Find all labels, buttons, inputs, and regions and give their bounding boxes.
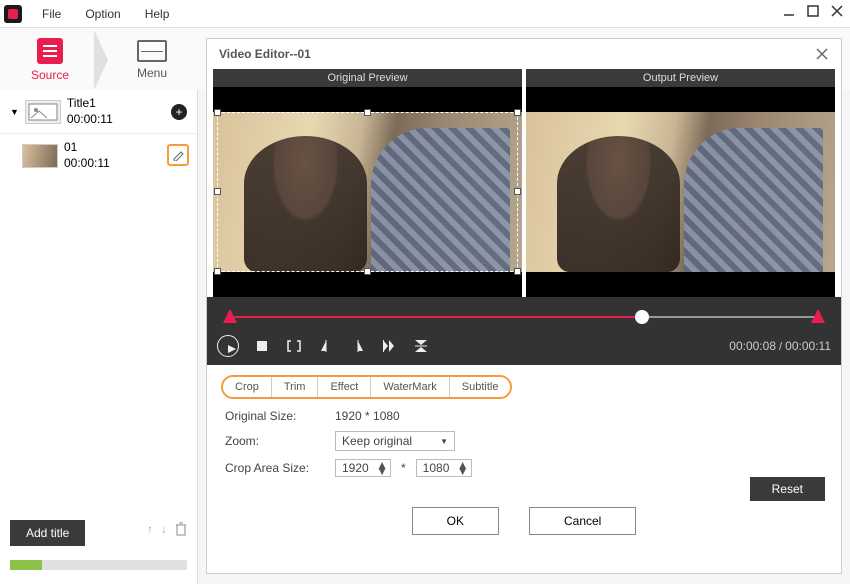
tab-separator: [94, 30, 108, 90]
sidebar-footer: Add title ↑ ↓: [10, 520, 187, 570]
tab-subtitle[interactable]: Subtitle: [450, 377, 511, 397]
crop-overlay[interactable]: [217, 112, 518, 272]
cancel-button[interactable]: Cancel: [529, 507, 636, 535]
dialog-buttons: OK Cancel: [207, 495, 841, 543]
output-preview-image: [526, 87, 835, 297]
tab-effect[interactable]: Effect: [318, 377, 371, 397]
stop-button[interactable]: [253, 337, 271, 355]
app-icon: [4, 5, 22, 23]
play-button[interactable]: [217, 335, 239, 357]
clip-row[interactable]: 01 00:00:11: [0, 134, 197, 177]
zoom-value: Keep original: [342, 434, 412, 448]
out-marker-icon[interactable]: [811, 309, 825, 323]
in-marker-icon[interactable]: [223, 309, 237, 323]
tab-menu[interactable]: Menu: [112, 30, 192, 90]
editor-title: Video Editor--01: [219, 47, 311, 61]
reset-button[interactable]: Reset: [750, 477, 825, 501]
collapse-icon[interactable]: ▼: [10, 107, 19, 117]
clip-thumbnail: [22, 144, 58, 168]
crop-height-value: 1080: [423, 461, 450, 475]
asterisk: *: [401, 461, 406, 475]
clip-duration: 00:00:11: [64, 156, 110, 172]
total-time: 00:00:11: [785, 339, 831, 353]
ok-button[interactable]: OK: [412, 507, 499, 535]
player-controls: 00:00:08 / 00:00:11: [217, 335, 831, 357]
original-size-value: 1920 * 1080: [335, 409, 400, 423]
title-duration: 00:00:11: [67, 112, 113, 128]
crop-width-value: 1920: [342, 461, 369, 475]
original-preview-image[interactable]: [213, 87, 522, 297]
delete-icon[interactable]: [175, 522, 187, 539]
maximize-icon[interactable]: [806, 4, 820, 18]
zoom-label: Zoom:: [225, 434, 325, 448]
chevron-down-icon: ▼: [440, 437, 448, 446]
source-icon: [37, 38, 63, 64]
tab-trim[interactable]: Trim: [272, 377, 319, 397]
sidebar: ▼ Title1 00:00:11 + 01 00:00:11 Add titl…: [0, 90, 198, 584]
window-controls: [782, 4, 844, 18]
zoom-dropdown[interactable]: Keep original ▼: [335, 431, 455, 451]
video-editor-panel: Video Editor--01 Original Preview: [206, 38, 842, 574]
time-display: 00:00:08 / 00:00:11: [729, 339, 831, 353]
close-icon[interactable]: [830, 4, 844, 18]
output-preview-label: Output Preview: [526, 69, 835, 87]
title-thumbnail: [25, 100, 61, 124]
title-name: Title1: [67, 96, 113, 112]
original-preview: Original Preview: [213, 69, 522, 297]
progress-bar: [10, 560, 187, 570]
flip-left-icon[interactable]: [317, 337, 335, 355]
move-down-icon[interactable]: ↓: [161, 522, 167, 539]
crop-height-stepper[interactable]: 1080 ▲▼: [416, 459, 472, 477]
edit-clip-button[interactable]: [167, 144, 189, 166]
output-preview: Output Preview: [526, 69, 835, 297]
current-time: 00:00:08: [729, 339, 776, 353]
crop-form: Original Size: 1920 * 1080 Zoom: Keep or…: [207, 399, 841, 495]
editor-header: Video Editor--01: [207, 39, 841, 69]
menu-file[interactable]: File: [30, 3, 73, 25]
timeline[interactable]: [217, 305, 831, 329]
edit-tabs: Crop Trim Effect WaterMark Subtitle: [221, 375, 512, 399]
minimize-icon[interactable]: [782, 4, 796, 18]
tab-menu-label: Menu: [137, 66, 167, 80]
editor-close-icon[interactable]: [815, 47, 829, 61]
add-title-button[interactable]: Add title: [10, 520, 85, 546]
add-button[interactable]: +: [171, 104, 187, 120]
playhead[interactable]: [635, 310, 649, 324]
clip-name: 01: [64, 140, 110, 156]
crop-width-stepper[interactable]: 1920 ▲▼: [335, 459, 391, 477]
tab-crop[interactable]: Crop: [223, 377, 272, 397]
move-up-icon[interactable]: ↑: [147, 522, 153, 539]
original-size-label: Original Size:: [225, 409, 325, 423]
menu-option[interactable]: Option: [73, 3, 132, 25]
tab-source[interactable]: Source: [10, 30, 90, 90]
skip-icon[interactable]: [381, 337, 399, 355]
crop-area-label: Crop Area Size:: [225, 461, 325, 475]
flip-right-icon[interactable]: [349, 337, 367, 355]
center-icon[interactable]: [413, 337, 431, 355]
bracket-in-icon[interactable]: [285, 337, 303, 355]
player-bar: 00:00:08 / 00:00:11: [207, 297, 841, 365]
menubar: File Option Help: [0, 0, 850, 28]
tab-source-label: Source: [31, 68, 69, 82]
original-preview-label: Original Preview: [213, 69, 522, 87]
sidebar-actions: ↑ ↓: [147, 522, 187, 539]
title-row[interactable]: ▼ Title1 00:00:11 +: [0, 90, 197, 134]
menu-icon: [137, 40, 167, 62]
preview-row: Original Preview Output Preview: [207, 69, 841, 297]
menu-help[interactable]: Help: [133, 3, 182, 25]
tab-watermark[interactable]: WaterMark: [371, 377, 449, 397]
